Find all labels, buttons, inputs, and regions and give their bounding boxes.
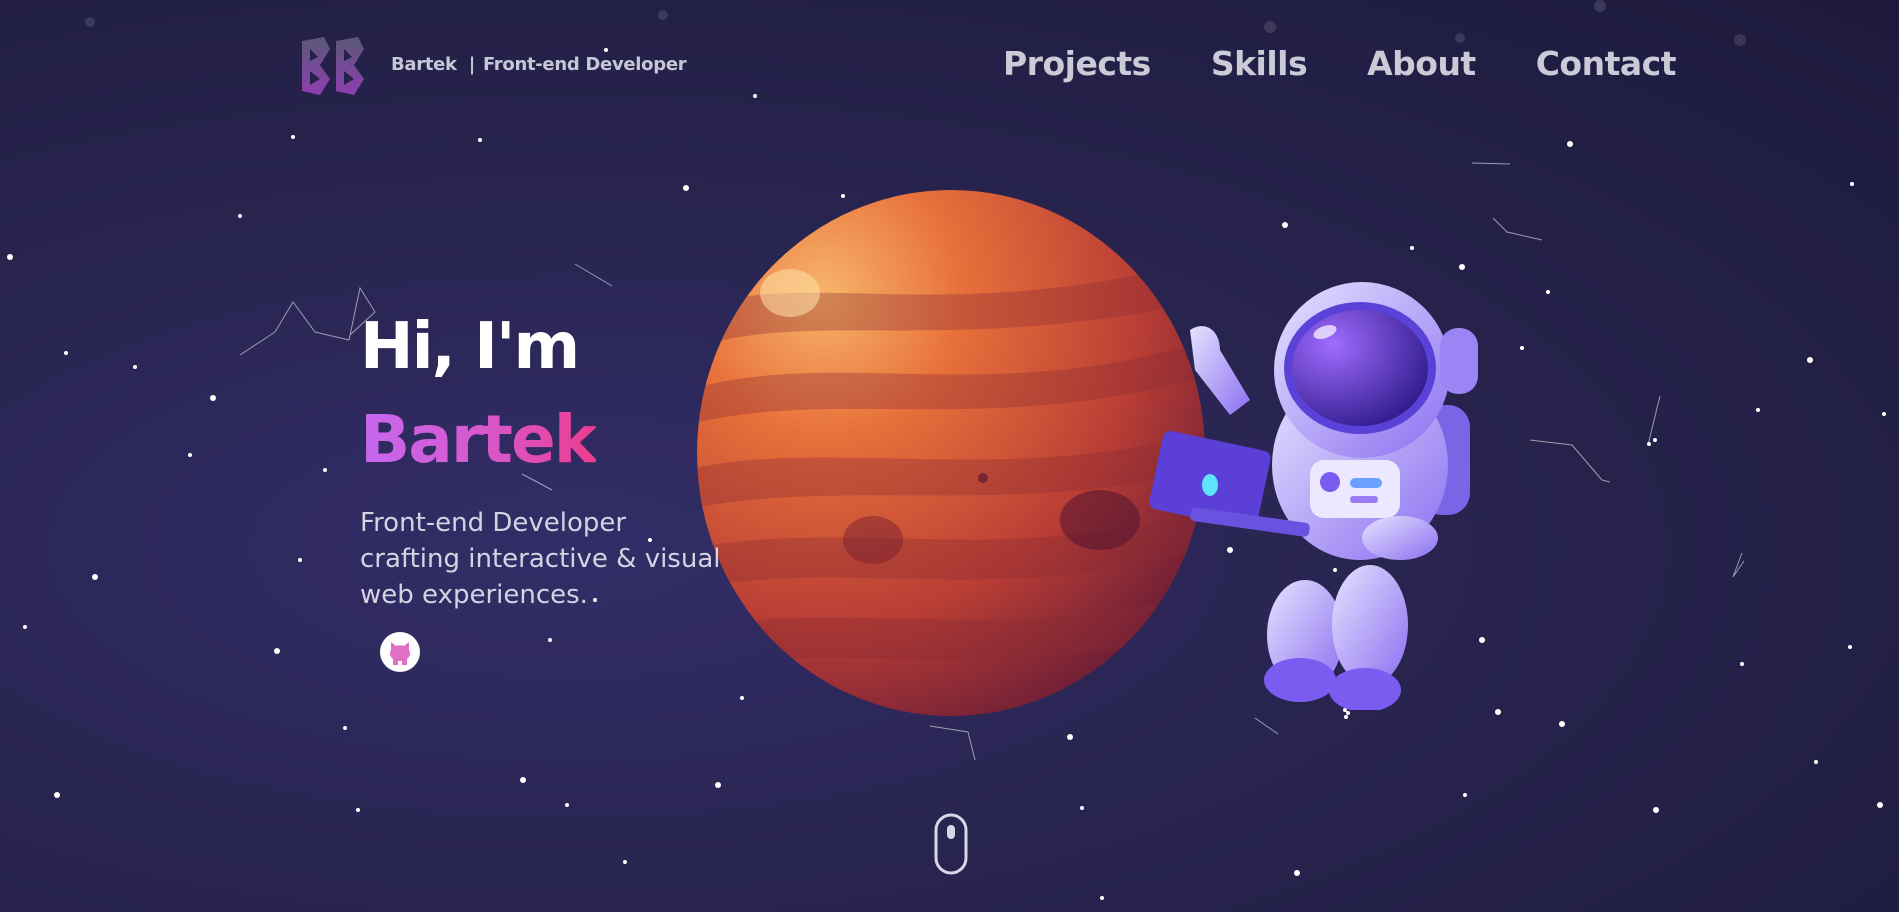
star-dot [1740,662,1744,666]
mouse-scroll-icon[interactable] [934,813,968,875]
star-dot [1756,408,1760,412]
nav-about[interactable]: About [1367,44,1476,83]
github-icon[interactable] [380,632,420,672]
star-dot [623,860,627,864]
star-dot [133,365,137,369]
nav-contact[interactable]: Contact [1536,44,1677,83]
star-dot [1100,896,1104,900]
star-dot [1282,222,1288,228]
star-dot [274,648,280,654]
star-dot [1848,645,1852,649]
planet-illustration [697,190,1205,716]
star-dot [356,808,360,812]
star-dot [54,792,60,798]
star-dot [1520,346,1524,350]
star-dot [1294,870,1300,876]
tagline-line: crafting interactive & visual [360,544,721,574]
nav-skills[interactable]: Skills [1211,44,1308,83]
star-dot [1653,807,1659,813]
star-dot [7,254,13,260]
tagline-line: Front-end Developer [360,508,627,538]
star-dot [1807,357,1813,363]
star-dot [548,638,552,642]
brand-title: Bartek | Front-end Developer [391,54,687,75]
star-dot [298,558,302,562]
star-dot [238,214,242,218]
star-dot [1882,412,1886,416]
main-nav: Projects Skills About Contact [1003,44,1676,83]
tagline-line: web experiences. [360,580,588,610]
star-dot [1546,290,1550,294]
star-dot [1080,806,1084,810]
brand-separator: | [468,54,476,75]
star-dot [291,135,295,139]
star-dot [520,777,526,783]
star-dot [1463,793,1467,797]
star-dot [1850,182,1854,186]
star-dot [1067,734,1073,740]
star-dot [92,574,98,580]
star-dot [64,351,68,355]
hero-tagline: Front-end Developer crafting interactive… [360,505,760,613]
star-dot [565,803,569,807]
astronaut-illustration [1150,282,1478,710]
hero-greeting: Hi, I'm [360,310,580,384]
star-dot [1346,711,1350,715]
star-dot [1814,760,1818,764]
site-header: Bartek | Front-end Developer Projects Sk… [0,0,1899,130]
star-dot [343,726,347,730]
star-dot [1559,721,1565,727]
brand-name: Bartek [391,54,457,75]
nav-projects[interactable]: Projects [1003,44,1151,83]
star-dot [1877,802,1883,808]
star-dot [1344,715,1348,719]
bb-logo-icon[interactable] [298,35,368,97]
star-dot [210,395,216,401]
hero-name: Bartek [360,401,598,478]
star-dot [715,782,721,788]
star-dot [478,138,482,142]
star-dot [1653,438,1657,442]
star-dot [1410,246,1414,250]
star-dot [323,468,327,472]
star-dot [1567,141,1573,147]
star-dot [23,625,27,629]
brand-role: Front-end Developer [482,54,687,75]
star-dot [1647,442,1651,446]
hero-section: Hi, I'm Bartek Front-end Developer craft… [360,315,760,613]
star-dot [188,453,192,457]
star-dot [683,185,689,191]
